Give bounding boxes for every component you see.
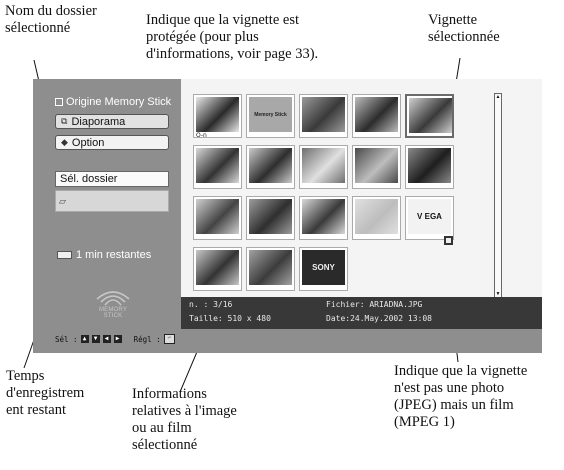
source-label: Origine Memory Stick <box>55 96 171 108</box>
thumbnail-image <box>196 97 239 132</box>
thumbnail-image <box>355 148 398 183</box>
battery-icon <box>57 251 72 259</box>
thumbnail-image <box>196 250 239 285</box>
annotation-image-info: Informations relatives à l'image ou au f… <box>132 386 237 453</box>
thumb-mountain[interactable] <box>352 94 401 138</box>
option-icon: ◆ <box>61 137 68 147</box>
thumbnail-image: Memory Stick <box>249 97 292 132</box>
folder-icon: ▱ <box>59 197 66 207</box>
thumbnail-image <box>409 98 452 133</box>
option-button[interactable]: ◆ Option <box>55 135 169 150</box>
thumb-people-outdoor[interactable]: O-n <box>193 94 242 139</box>
thumb-crowd[interactable] <box>299 94 348 138</box>
thumb-coast[interactable] <box>193 247 242 291</box>
time-remaining: 1 min restantes <box>57 249 151 261</box>
size-label: Taille: 510 x 480 <box>189 314 271 323</box>
thumbnail-image <box>249 199 292 234</box>
thumbnail-image <box>302 199 345 234</box>
option-label: Option <box>71 136 105 149</box>
select-help-label: Sél : <box>55 334 78 344</box>
thumb-landscape-1[interactable] <box>299 145 348 189</box>
settings-help-label: Régl : <box>133 334 161 344</box>
memory-stick-logo-mark <box>96 291 130 306</box>
thumbnail-image <box>249 148 292 183</box>
viewer-screen: Origine Memory Stick ⧉ Diaporama ◆ Optio… <box>33 79 542 353</box>
arrow-up-icon: ▲ <box>80 335 89 343</box>
slideshow-icon: ⧉ <box>61 116 68 126</box>
image-info-bar: n. : 3/16 Fichier: ARIADNA.JPG Taille: 5… <box>181 297 542 329</box>
thumb-building[interactable] <box>246 196 295 240</box>
time-remaining-text: 1 min restantes <box>76 249 152 261</box>
thumbnail-image <box>302 97 345 132</box>
annotation-folder-name: Nom du dossier sélectionné <box>5 3 97 36</box>
film-icon <box>444 236 453 245</box>
thumb-flowers[interactable] <box>352 196 401 240</box>
thumb-couple-1[interactable] <box>193 145 242 189</box>
protect-icon: O-n <box>196 132 207 139</box>
thumb-kids[interactable] <box>193 196 242 240</box>
scrollbar[interactable]: ▲ ▼ <box>494 93 502 299</box>
index-label: n. : 3/16 <box>189 300 233 309</box>
scroll-up-icon[interactable]: ▲ <box>495 94 501 101</box>
arrow-right-icon: ▶ <box>113 335 122 343</box>
slideshow-label: Diaporama <box>71 115 126 128</box>
thumb-sony-logo[interactable]: SONY <box>299 247 348 291</box>
thumbnail-image: SONY <box>302 250 345 285</box>
left-panel: Origine Memory Stick ⧉ Diaporama ◆ Optio… <box>33 79 181 353</box>
thumb-trees[interactable] <box>246 247 295 291</box>
thumbnail-image <box>355 97 398 132</box>
thumb-memory-stick-card[interactable]: Memory Stick <box>246 94 295 138</box>
logo-text: MEMORY STICK <box>98 307 128 319</box>
memory-stick-logo: MEMORY STICK <box>91 285 135 319</box>
source-label-text: Origine Memory Stick <box>66 96 172 108</box>
thumbnail-image <box>355 199 398 234</box>
annotation-protected: Indique que la vignette est protégée (po… <box>146 12 319 62</box>
date-label: Date:24.May.2002 13:08 <box>326 314 432 323</box>
thumb-couple-2[interactable] <box>246 145 295 189</box>
selected-folder-field[interactable]: ▱ <box>55 190 169 212</box>
annotation-time-left: Temps d'enregistrem ent restant <box>6 368 85 418</box>
thumbnail-grid: O-n Memory Stick V EGA SONY <box>181 79 542 297</box>
thumbnail-image: V EGA <box>408 199 451 234</box>
arrow-down-icon: ▼ <box>91 335 100 343</box>
arrow-left-icon: ◀ <box>102 335 111 343</box>
thumbnail-image <box>196 148 239 183</box>
thumbnail-image <box>408 148 451 183</box>
thumb-landscape-2[interactable] <box>352 145 401 189</box>
thumb-portrait-girl[interactable] <box>405 94 454 138</box>
file-label: Fichier: ARIADNA.JPG <box>326 300 423 309</box>
annotation-selected-thumbnail: Vignette sélectionnée <box>428 12 500 45</box>
thumbnail-image <box>302 148 345 183</box>
thumb-rocks[interactable] <box>405 145 454 189</box>
thumb-vega-logo[interactable]: V EGA <box>405 196 454 245</box>
select-folder-button[interactable]: Sél. dossier <box>55 171 169 187</box>
enter-key-icon: ⏎ <box>163 334 175 344</box>
annotation-movie-marker: Indique que la vignette n'est pas une ph… <box>394 363 528 430</box>
memory-stick-icon <box>55 98 63 106</box>
thumbnail-image <box>196 199 239 234</box>
help-bar: Sél : ▲ ▼ ◀ ▶ Régl : ⏎ <box>55 334 175 344</box>
thumbnail-image <box>249 250 292 285</box>
thumb-sea-rock[interactable] <box>299 196 348 240</box>
slideshow-button[interactable]: ⧉ Diaporama <box>55 114 169 129</box>
